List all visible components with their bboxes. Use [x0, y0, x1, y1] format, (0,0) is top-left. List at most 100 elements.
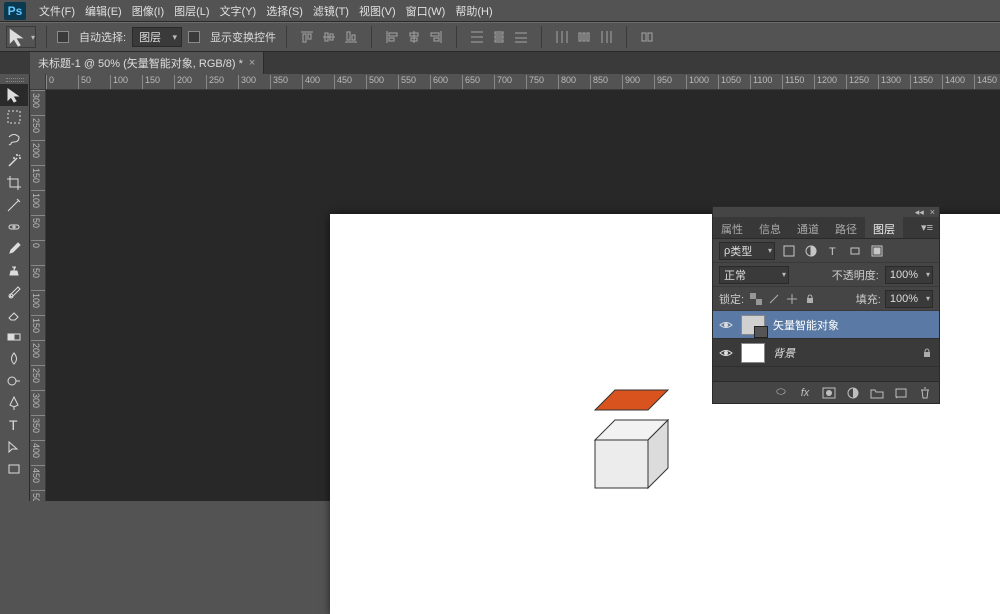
- type-tool[interactable]: T: [0, 414, 28, 436]
- align-right-icon[interactable]: [426, 27, 446, 47]
- layer-thumbnail[interactable]: [741, 315, 765, 335]
- show-transform-checkbox[interactable]: [188, 31, 200, 43]
- align-vcenter-icon[interactable]: [319, 27, 339, 47]
- menu-select[interactable]: 选择(S): [261, 0, 308, 22]
- filter-pixel-icon[interactable]: [781, 243, 797, 259]
- move-tool[interactable]: [0, 84, 28, 106]
- lock-all-icon[interactable]: [802, 291, 818, 307]
- layer-item[interactable]: 矢量智能对象: [713, 311, 939, 339]
- eraser-tool[interactable]: [0, 304, 28, 326]
- magic-wand-tool[interactable]: [0, 150, 28, 172]
- layer-style-icon[interactable]: fx: [797, 385, 813, 401]
- lock-pixels-icon[interactable]: [766, 291, 782, 307]
- menu-bar: Ps 文件(F) 编辑(E) 图像(I) 图层(L) 文字(Y) 选择(S) 滤…: [0, 0, 1000, 22]
- auto-select-target-dropdown[interactable]: 图层: [132, 27, 182, 47]
- filter-type-icon[interactable]: T: [825, 243, 841, 259]
- document-tab-bar: 未标题-1 @ 50% (矢量智能对象, RGB/8) * ×: [0, 52, 1000, 74]
- fill-label: 填充:: [856, 291, 881, 307]
- distribute-group-2: [552, 27, 616, 47]
- filter-shape-icon[interactable]: [847, 243, 863, 259]
- close-tab-icon[interactable]: ×: [249, 57, 255, 69]
- dist-vcenter-icon[interactable]: [489, 27, 509, 47]
- align-left-icon[interactable]: [382, 27, 402, 47]
- tab-layers[interactable]: 图层: [865, 217, 903, 238]
- dist-top-icon[interactable]: [467, 27, 487, 47]
- path-selection-tool[interactable]: [0, 436, 28, 458]
- lock-fill-row: 锁定: 填充: 100%: [713, 287, 939, 311]
- tab-paths[interactable]: 路径: [827, 217, 865, 238]
- dist-hcenter-icon[interactable]: [574, 27, 594, 47]
- layer-item[interactable]: 背景: [713, 339, 939, 367]
- layers-list: 矢量智能对象 背景: [713, 311, 939, 381]
- fill-value[interactable]: 100%: [885, 290, 933, 308]
- adjustment-layer-icon[interactable]: [845, 385, 861, 401]
- panel-menu-icon[interactable]: ▾≡: [915, 217, 939, 238]
- group-icon[interactable]: [869, 385, 885, 401]
- dist-left-icon[interactable]: [552, 27, 572, 47]
- marquee-tool[interactable]: [0, 106, 28, 128]
- vertical-ruler[interactable]: 3002502001501005005010015020025030035040…: [30, 90, 46, 501]
- panel-collapse-icon[interactable]: ◂◂: [915, 207, 924, 218]
- align-group-2: [382, 27, 446, 47]
- lock-transparency-icon[interactable]: [748, 291, 764, 307]
- svg-text:T: T: [9, 417, 18, 433]
- canvas-artwork: [590, 384, 700, 497]
- layer-thumbnail[interactable]: [741, 343, 765, 363]
- clone-stamp-tool[interactable]: [0, 260, 28, 282]
- ruler-corner[interactable]: [30, 74, 46, 90]
- layer-name[interactable]: 背景: [773, 345, 913, 361]
- menu-window[interactable]: 窗口(W): [401, 0, 451, 22]
- filter-adjust-icon[interactable]: [803, 243, 819, 259]
- tab-info[interactable]: 信息: [751, 217, 789, 238]
- menu-help[interactable]: 帮助(H): [450, 0, 497, 22]
- align-bottom-icon[interactable]: [341, 27, 361, 47]
- dist-bottom-icon[interactable]: [511, 27, 531, 47]
- menu-image[interactable]: 图像(I): [127, 0, 169, 22]
- menu-view[interactable]: 视图(V): [354, 0, 401, 22]
- menu-file[interactable]: 文件(F): [34, 0, 80, 22]
- auto-align-icon[interactable]: [637, 27, 657, 47]
- link-layers-icon[interactable]: ⬭: [773, 385, 789, 401]
- menu-filter[interactable]: 滤镜(T): [308, 0, 354, 22]
- delete-layer-icon[interactable]: [917, 385, 933, 401]
- gradient-tool[interactable]: [0, 326, 28, 348]
- visibility-toggle-icon[interactable]: [719, 346, 733, 360]
- panels: ◂◂ × 属性 信息 通道 路径 图层 ▾≡ ρ 类型 T 正常 不透明度: 1…: [712, 206, 940, 404]
- crop-tool[interactable]: [0, 172, 28, 194]
- document-tab[interactable]: 未标题-1 @ 50% (矢量智能对象, RGB/8) * ×: [30, 52, 264, 74]
- lasso-tool[interactable]: [0, 128, 28, 150]
- opacity-value[interactable]: 100%: [885, 266, 933, 284]
- dist-right-icon[interactable]: [596, 27, 616, 47]
- horizontal-ruler[interactable]: 0501001502002503003504004505005506006507…: [46, 74, 1000, 90]
- auto-select-checkbox[interactable]: [57, 31, 69, 43]
- blend-opacity-row: 正常 不透明度: 100%: [713, 263, 939, 287]
- align-hcenter-icon[interactable]: [404, 27, 424, 47]
- new-layer-icon[interactable]: [893, 385, 909, 401]
- healing-brush-tool[interactable]: [0, 216, 28, 238]
- visibility-toggle-icon[interactable]: [719, 318, 733, 332]
- blur-tool[interactable]: [0, 348, 28, 370]
- dodge-tool[interactable]: [0, 370, 28, 392]
- tab-channels[interactable]: 通道: [789, 217, 827, 238]
- layer-name[interactable]: 矢量智能对象: [773, 317, 933, 333]
- layers-footer: ⬭ fx: [713, 381, 939, 403]
- menu-text[interactable]: 文字(Y): [215, 0, 262, 22]
- menu-edit[interactable]: 编辑(E): [80, 0, 127, 22]
- panel-close-icon[interactable]: ×: [930, 207, 935, 217]
- app-logo: Ps: [4, 2, 26, 20]
- menu-layer[interactable]: 图层(L): [169, 0, 214, 22]
- tab-properties[interactable]: 属性: [713, 217, 751, 238]
- align-top-icon[interactable]: [297, 27, 317, 47]
- layer-kind-dropdown[interactable]: ρ 类型: [719, 242, 775, 260]
- eyedropper-tool[interactable]: [0, 194, 28, 216]
- blend-mode-dropdown[interactable]: 正常: [719, 266, 789, 284]
- filter-smart-icon[interactable]: [869, 243, 885, 259]
- history-brush-tool[interactable]: [0, 282, 28, 304]
- current-tool-indicator[interactable]: ▾: [6, 26, 36, 48]
- brush-tool[interactable]: [0, 238, 28, 260]
- rectangle-tool[interactable]: [0, 458, 28, 480]
- toolbox-grip[interactable]: [0, 76, 29, 84]
- lock-position-icon[interactable]: [784, 291, 800, 307]
- pen-tool[interactable]: [0, 392, 28, 414]
- layer-mask-icon[interactable]: [821, 385, 837, 401]
